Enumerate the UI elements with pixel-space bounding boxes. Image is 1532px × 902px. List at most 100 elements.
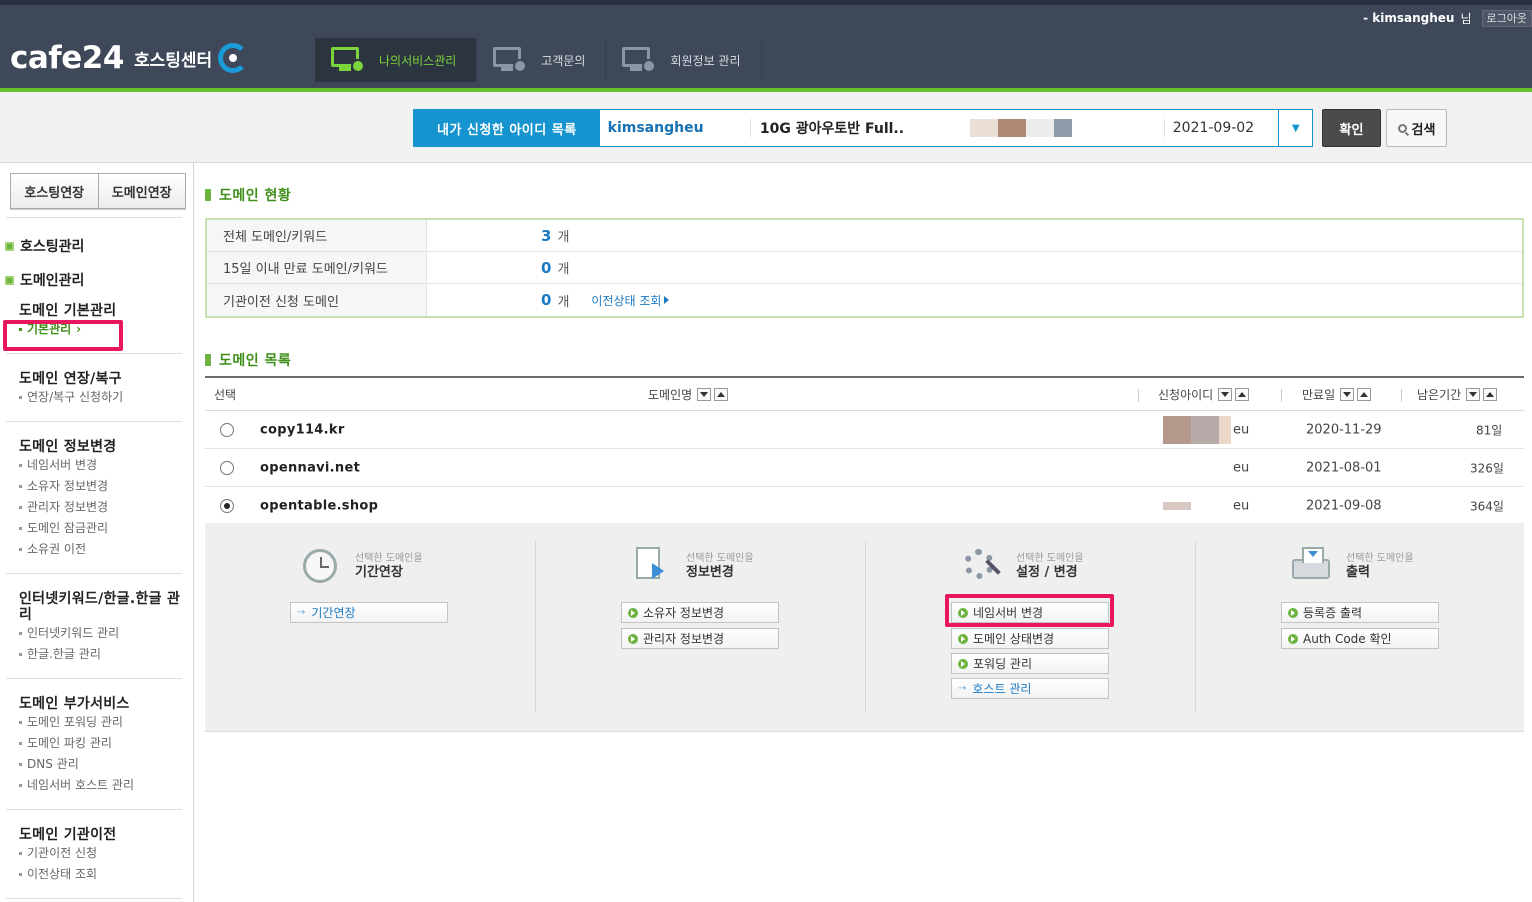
blurred-info — [970, 119, 1164, 137]
certificate-print-button[interactable]: 등록증 출력 — [1281, 602, 1439, 623]
sort-asc-icon[interactable] — [714, 387, 729, 401]
nameserver-change-button[interactable]: 네임서버 변경 — [951, 602, 1109, 623]
sidebar-item-domain[interactable]: 도메인관리 — [5, 270, 84, 290]
action-title: 정보변경 — [686, 565, 734, 580]
document-arrow-icon — [632, 547, 672, 587]
sidebar-link[interactable]: DNS 관리 — [19, 754, 184, 775]
sidebar-link-basic-management[interactable]: 기본관리 › — [19, 319, 184, 340]
tab-hosting-extend[interactable]: 호스팅연장 — [11, 174, 98, 208]
go-icon — [958, 633, 968, 644]
domain-name: copy114.kr — [260, 422, 345, 437]
status-unit: 개 — [557, 262, 570, 277]
sort-asc-icon[interactable] — [1357, 387, 1372, 401]
sort-asc-icon[interactable] — [1483, 387, 1498, 401]
sidebar-link[interactable]: 도메인 포워딩 관리 — [19, 712, 184, 733]
col-label: 도메인명 — [648, 387, 693, 402]
sort-desc-icon[interactable] — [1340, 387, 1355, 401]
id-select-dropdown[interactable]: 내가 신청한 아이디 목록 kimsangheu 10G 광아우토반 Full.… — [413, 109, 1313, 147]
action-header: 선택한 도메인을 출력 — [1292, 547, 1492, 587]
extend-period-button[interactable]: → 기간연장 — [290, 602, 448, 623]
nav-member-info[interactable]: 회원정보 관리 — [606, 38, 762, 82]
button-label: 호스트 관리 — [972, 682, 1032, 696]
sidebar-link[interactable]: 소유자 정보변경 — [19, 476, 184, 497]
sidebar-group-basic: 도메인 기본관리 기본관리 › — [19, 303, 184, 340]
action-subtitle: 선택한 도메인을 — [1016, 553, 1084, 564]
search-button[interactable]: 검색 — [1386, 109, 1447, 147]
table-row[interactable]: opentable.shop eu 2021-09-08 364일 — [205, 487, 1524, 525]
monitor-gear-icon — [331, 47, 365, 73]
group-title: 도메인 기관이전 — [19, 827, 117, 843]
host-manage-button[interactable]: → 호스트 관리 — [951, 678, 1109, 699]
col-label: 만료일 — [1302, 387, 1336, 402]
sidebar-item-label: 호스팅관리 — [20, 239, 85, 255]
admin-info-change-button[interactable]: 관리자 정보변경 — [621, 628, 779, 649]
arrow-right-icon — [664, 296, 670, 304]
sidebar-link[interactable]: 도메인 잠금관리 — [19, 518, 184, 539]
tab-domain-extend[interactable]: 도메인연장 — [97, 174, 185, 208]
transfer-status-link[interactable]: 이전상태 조회 — [591, 292, 670, 309]
section-title-text: 도메인 현황 — [219, 188, 292, 204]
confirm-button[interactable]: 확인 — [1322, 109, 1381, 147]
sidebar-group-renew: 도메인 연장/복구 연장/복구 신청하기 — [19, 371, 184, 408]
divider — [6, 421, 182, 422]
sort-desc-icon[interactable] — [1218, 387, 1233, 401]
action-title: 기간연장 — [355, 565, 403, 580]
status-row: 15일 이내 만료 도메인/키워드 0 개 — [207, 252, 1522, 284]
sidebar-link[interactable]: 네임서버 호스트 관리 — [19, 775, 184, 796]
nav-customer-inquiry[interactable]: 고객문의 — [477, 38, 607, 82]
section-title-list: 도메인 목록 — [205, 350, 291, 370]
domain-name: opennavi.net — [260, 460, 361, 475]
auth-code-button[interactable]: Auth Code 확인 — [1281, 628, 1439, 649]
forwarding-manage-button[interactable]: 포워딩 관리 — [951, 653, 1109, 674]
sidebar-link[interactable]: 인터넷키워드 관리 — [19, 623, 184, 644]
col-applicant: 신청아이디 — [1158, 386, 1250, 403]
button-label: 도메인 상태변경 — [973, 632, 1055, 646]
sort-desc-icon[interactable] — [1466, 387, 1481, 401]
sidebar-group-transfer: 도메인 기관이전 기관이전 신청 이전상태 조회 — [19, 827, 184, 885]
sidebar-item-hosting[interactable]: 호스팅관리 — [5, 236, 84, 256]
domain-radio[interactable] — [220, 422, 234, 437]
action-group-info: 선택한 도메인을 정보변경 소유자 정보변경 관리자 정보변경 — [535, 541, 865, 713]
logout-button[interactable]: 로그아웃 — [1481, 9, 1532, 27]
divider — [6, 353, 182, 354]
button-label: 기간연장 — [311, 606, 356, 620]
nav-label: 회원정보 관리 — [670, 53, 741, 68]
top-header: - kimsangheu 님 로그아웃 cafe24 호스팅센터 나의서비스관리… — [0, 0, 1532, 92]
sidebar-group-keyword: 인터넷키워드/한글.한글 관리 인터넷키워드 관리 한글.한글 관리 — [19, 591, 184, 665]
go-icon — [1288, 607, 1298, 618]
divider — [6, 217, 182, 218]
sort-desc-icon[interactable] — [697, 387, 712, 401]
link-label: 이전상태 조회 — [591, 293, 662, 308]
arrow-right-icon: → — [958, 683, 967, 694]
sidebar-link[interactable]: 네임서버 변경 — [19, 455, 184, 476]
sidebar-link[interactable]: 한글.한글 관리 — [19, 644, 184, 665]
domain-radio[interactable] — [220, 460, 234, 475]
sidebar-link[interactable]: 기관이전 신청 — [19, 843, 184, 864]
sort-asc-icon[interactable] — [1235, 387, 1250, 401]
status-value: 0 개 이전상태 조회 — [427, 284, 1522, 316]
expiry-date: 2021-09-08 — [1306, 498, 1382, 513]
chevron-down-icon[interactable]: ▼ — [1278, 110, 1312, 146]
sidebar-item-label: 도메인관리 — [20, 273, 85, 289]
sidebar-link[interactable]: 도메인 파킹 관리 — [19, 733, 184, 754]
nav-my-services[interactable]: 나의서비스관리 — [315, 38, 478, 82]
username: kimsangheu — [1372, 11, 1455, 25]
table-row[interactable]: opennavi.net eu 2021-08-01 326일 — [205, 449, 1524, 487]
sidebar-link[interactable]: 이전상태 조회 — [19, 864, 184, 885]
owner-info-change-button[interactable]: 소유자 정보변경 — [621, 602, 779, 623]
blurred-applicant — [1163, 415, 1231, 444]
sidebar-link[interactable]: 연장/복구 신청하기 — [19, 387, 184, 408]
domain-radio-selected[interactable] — [220, 498, 234, 513]
logo[interactable]: cafe24 호스팅센터 — [10, 40, 249, 76]
sidebar-link[interactable]: 소유권 이전 — [19, 539, 184, 560]
col-domain-name: 도메인명 — [648, 386, 729, 403]
table-row[interactable]: copy114.kr eu 2020-11-29 81일 — [205, 411, 1524, 449]
sidebar-link[interactable]: 관리자 정보변경 — [19, 497, 184, 518]
blurred-applicant — [1163, 501, 1191, 510]
divider — [6, 898, 182, 899]
selected-user-id: kimsangheu — [600, 119, 751, 137]
monitor-user-icon — [622, 47, 657, 73]
button-label: 관리자 정보변경 — [643, 632, 725, 646]
domain-status-table: 전체 도메인/키워드 3 개 15일 이내 만료 도메인/키워드 0 개 기관이… — [205, 218, 1524, 318]
domain-status-change-button[interactable]: 도메인 상태변경 — [951, 628, 1109, 649]
